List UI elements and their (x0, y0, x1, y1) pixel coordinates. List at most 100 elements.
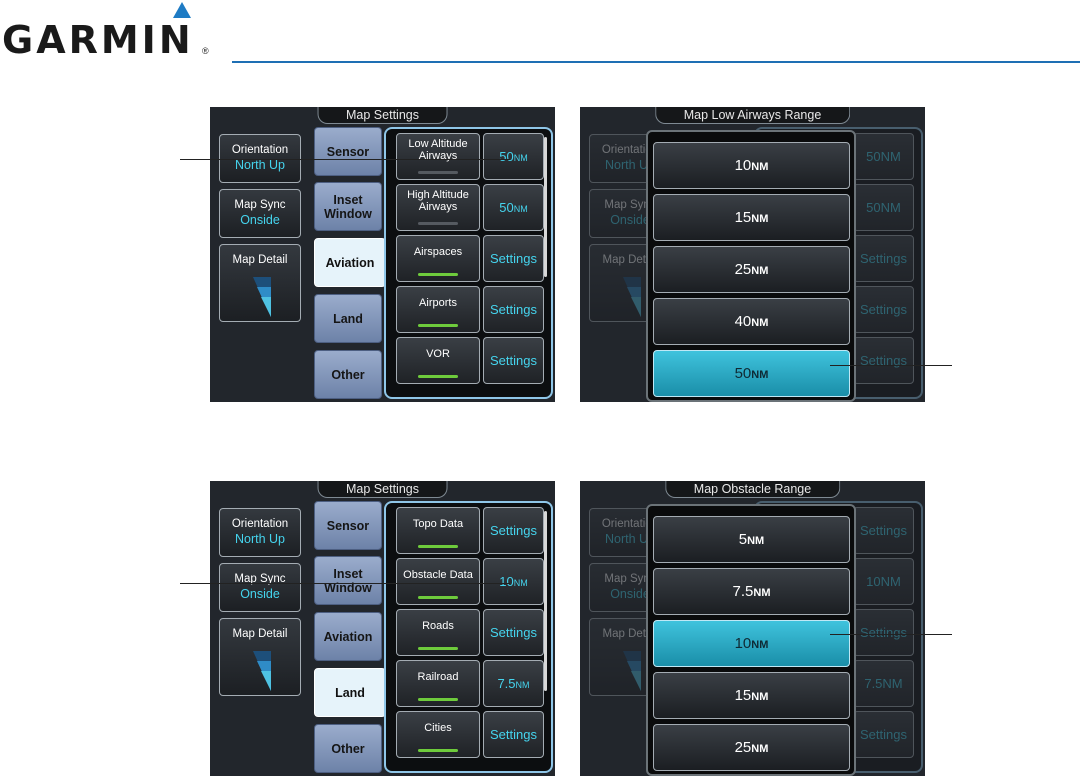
map-detail-label: Map Detail (232, 628, 288, 640)
range-option-50-selected[interactable]: 50NM (653, 350, 850, 397)
tab-other[interactable]: Other (314, 724, 382, 773)
callout-line-obstacle-data (180, 583, 510, 584)
bg-value: Settings (853, 609, 914, 656)
range-option-25[interactable]: 25NM (653, 246, 850, 293)
railroad-toggle[interactable]: Railroad (396, 660, 480, 707)
vor-settings-button[interactable]: Settings (483, 337, 544, 384)
header-rule (232, 61, 1080, 63)
bg-value: Settings (853, 235, 914, 282)
tab-sensor[interactable]: Sensor (314, 127, 382, 176)
railroad-range-button[interactable]: 7.5NM (483, 660, 544, 707)
tab-aviation[interactable]: Aviation (314, 238, 386, 287)
obstacle-data-range-button[interactable]: 10NM (483, 558, 544, 605)
range-unit: NM (513, 153, 528, 163)
bg-value: Settings (853, 711, 914, 758)
map-detail-button[interactable]: Map Detail (219, 618, 301, 696)
item-label: Roads (422, 620, 454, 632)
range-option-15[interactable]: 15NM (653, 194, 850, 241)
toggle-indicator (418, 171, 458, 174)
low-altitude-airways-range-button[interactable]: 50NM (483, 133, 544, 180)
tab-land[interactable]: Land (314, 668, 386, 717)
option-value: 25 (734, 261, 752, 278)
range-unit: NM (513, 204, 528, 214)
detail-level-icon (253, 651, 271, 691)
option-unit: NM (751, 369, 769, 381)
map-settings-land-screen: Map Settings Orientation North Up Map Sy… (210, 481, 555, 776)
callout-line-range-50 (830, 365, 952, 366)
orientation-label: Orientation (231, 144, 289, 156)
toggle-indicator (418, 324, 458, 327)
low-altitude-airways-toggle[interactable]: Low Altitude Airways (396, 133, 480, 180)
range-selection-popup: 10NM 15NM 25NM 40NM 50NM (646, 130, 856, 402)
toggle-indicator (418, 647, 458, 650)
tab-inset-window[interactable]: Inset Window (314, 556, 382, 605)
option-unit: NM (751, 743, 769, 755)
range-option-25[interactable]: 25NM (653, 724, 850, 771)
bg-value: 10NM (853, 558, 914, 605)
option-unit: NM (751, 161, 769, 173)
airports-toggle[interactable]: Airports (396, 286, 480, 333)
option-value: 10 (734, 157, 752, 174)
scrollbar[interactable] (544, 511, 547, 691)
option-value: 10 (734, 635, 752, 652)
range-option-15[interactable]: 15NM (653, 672, 850, 719)
item-label: Railroad (417, 671, 459, 683)
toggle-indicator (418, 273, 458, 276)
range-unit: NM (515, 680, 530, 690)
range-value: 10 (499, 574, 514, 589)
tab-inset-window[interactable]: Inset Window (314, 182, 382, 231)
item-label: Airports (419, 297, 457, 309)
toggle-indicator (418, 698, 458, 701)
option-unit: NM (751, 317, 769, 329)
option-unit: NM (753, 587, 771, 599)
roads-toggle[interactable]: Roads (396, 609, 480, 656)
roads-settings-button[interactable]: Settings (483, 609, 544, 656)
tab-other[interactable]: Other (314, 350, 382, 399)
topo-data-toggle[interactable]: Topo Data (396, 507, 480, 554)
map-sync-button[interactable]: Map Sync Onside (219, 189, 301, 238)
option-value: 15 (734, 209, 752, 226)
low-airways-range-screen: Map Low Airways Range Orientation North … (580, 107, 925, 402)
item-label: VOR (426, 348, 450, 360)
map-detail-button[interactable]: Map Detail (219, 244, 301, 322)
orientation-button[interactable]: Orientation North Up (219, 508, 301, 557)
bg-value: Settings (853, 507, 914, 554)
scrollbar[interactable] (544, 137, 547, 277)
range-option-10-selected[interactable]: 10NM (653, 620, 850, 667)
high-altitude-airways-toggle[interactable]: High Altitude Airways (396, 184, 480, 231)
cities-toggle[interactable]: Cities (396, 711, 480, 758)
option-value: 40 (734, 313, 752, 330)
screen-title: Map Low Airways Range (654, 107, 851, 124)
bg-value: 50NM (853, 133, 914, 180)
bg-value: Settings (853, 337, 914, 384)
item-label: Topo Data (412, 518, 464, 530)
item-label: Obstacle Data (403, 569, 473, 581)
toggle-indicator (418, 222, 458, 225)
brand-name: GARMIN (2, 18, 194, 62)
aviation-settings-list: Low Altitude Airways 50NM High Altitude … (384, 127, 553, 399)
toggle-indicator (418, 749, 458, 752)
map-detail-label: Map Detail (232, 254, 288, 266)
cities-settings-button[interactable]: Settings (483, 711, 544, 758)
range-selection-popup: 5NM 7.5NM 10NM 15NM 25NM (646, 504, 856, 776)
map-sync-button[interactable]: Map Sync Onside (219, 563, 301, 612)
airports-settings-button[interactable]: Settings (483, 286, 544, 333)
option-value: 50 (734, 365, 752, 382)
tab-land[interactable]: Land (314, 294, 382, 343)
bg-value: 7.5NM (853, 660, 914, 707)
tab-sensor[interactable]: Sensor (314, 501, 382, 550)
vor-toggle[interactable]: VOR (396, 337, 480, 384)
detail-level-icon (253, 277, 271, 317)
range-option-40[interactable]: 40NM (653, 298, 850, 345)
range-option-10[interactable]: 10NM (653, 142, 850, 189)
topo-data-settings-button[interactable]: Settings (483, 507, 544, 554)
obstacle-data-toggle[interactable]: Obstacle Data (396, 558, 480, 605)
airspaces-settings-button[interactable]: Settings (483, 235, 544, 282)
airspaces-toggle[interactable]: Airspaces (396, 235, 480, 282)
range-option-5[interactable]: 5NM (653, 516, 850, 563)
tab-aviation[interactable]: Aviation (314, 612, 382, 661)
option-unit: NM (751, 265, 769, 277)
item-label: Airspaces (413, 246, 463, 258)
range-option-7-5[interactable]: 7.5NM (653, 568, 850, 615)
high-altitude-airways-range-button[interactable]: 50NM (483, 184, 544, 231)
